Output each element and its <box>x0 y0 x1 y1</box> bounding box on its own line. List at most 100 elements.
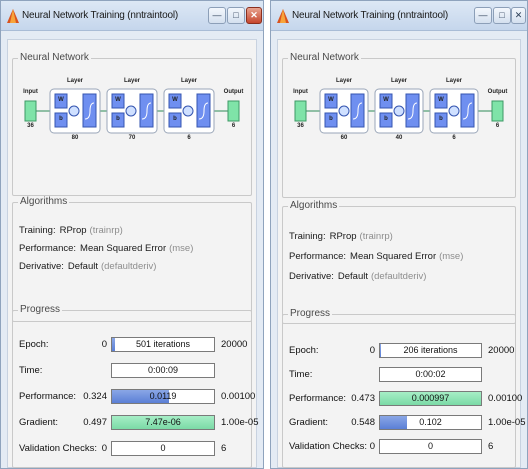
training-value: RProp <box>59 225 87 236</box>
layer-size: 60 <box>340 135 348 141</box>
progress-current-value: 7.47e-06 <box>145 417 181 427</box>
close-icon: ✕ <box>514 10 523 20</box>
network-diagram: Input 36 Output 6 Layer Wb 60 Layer Wb 40 Layer Wb 6 <box>293 75 508 143</box>
progress-label: Time: <box>289 369 313 380</box>
weight-label: W <box>115 97 121 103</box>
maximize-button[interactable]: □ <box>493 7 511 24</box>
derivative-value: Default <box>337 271 368 282</box>
bias-label: b <box>439 116 443 122</box>
neural-network-group: Neural Network Input 36 Output 6 Layer Wb 60 La… <box>282 52 516 198</box>
section-title-neural-network: Neural Network <box>18 52 91 63</box>
title-bar[interactable]: Neural Network Training (nntraintool) — … <box>1 1 263 31</box>
progress-label: Gradient: <box>289 417 329 428</box>
progress-label: Validation Checks: <box>19 443 97 454</box>
matlab-logo-icon <box>7 9 19 23</box>
progress-start-value: 0.548 <box>351 417 375 428</box>
input-label: Input <box>23 89 38 95</box>
neural-network-group: Neural Network Input 36 Output 6 Layer Wb 80 La… <box>12 52 252 196</box>
weight-label: W <box>383 97 389 103</box>
training-value: RProp <box>329 231 357 242</box>
progress-label: Epoch: <box>19 339 49 350</box>
progress-bar: 0.102 <box>379 415 482 430</box>
transfer-function-box <box>196 93 211 128</box>
weight-label: W <box>172 97 178 103</box>
training-row: Training: RProp (trainrp) <box>19 225 123 236</box>
progress-end-value: 0.00100 <box>488 393 523 404</box>
output-size: 6 <box>495 123 500 129</box>
progress-bar: 206 iterations <box>379 343 482 358</box>
progress-current-value: 0 <box>160 443 166 453</box>
training-row: Training: RProp (trainrp) <box>289 231 393 242</box>
progress-end-value: 1.00e-05 <box>488 417 526 428</box>
performance-value: Mean Squared Error <box>350 251 437 262</box>
progress-end-value: 20000 <box>488 345 515 356</box>
sum-node <box>338 105 350 117</box>
derivative-row: Derivative: Default (defaultderiv) <box>289 271 426 282</box>
matlab-logo-icon <box>277 9 289 23</box>
layer-size: 70 <box>128 135 136 141</box>
maximize-button[interactable]: □ <box>227 7 245 24</box>
section-title-algorithms: Algorithms <box>18 196 70 207</box>
input-size: 36 <box>297 123 304 129</box>
progress-start-value: 0.497 <box>83 417 107 428</box>
input-size: 36 <box>27 123 34 129</box>
transfer-function-box <box>350 93 365 128</box>
transfer-function-box <box>460 93 475 128</box>
minimize-button[interactable]: — <box>474 7 492 24</box>
section-title-progress: Progress <box>18 304 63 315</box>
network-diagram: Input 36 Output 6 Layer Wb 80 Layer Wb 70 Layer Wb 6 <box>23 75 243 143</box>
performance-hint: (mse) <box>169 243 194 254</box>
training-label: Training: <box>19 225 56 236</box>
output-label: Output <box>487 89 508 95</box>
performance-hint: (mse) <box>439 251 464 262</box>
progress-label: Time: <box>19 365 43 376</box>
transfer-function-box <box>405 93 420 128</box>
title-bar[interactable]: Neural Network Training (nntraintool) — … <box>271 1 527 31</box>
progress-end-value: 0.00100 <box>221 391 256 402</box>
transfer-function-box <box>139 93 154 128</box>
layer-label: Layer <box>445 78 463 84</box>
bias-label: b <box>384 116 388 122</box>
weight-label: W <box>58 97 64 103</box>
weight-label: W <box>328 97 334 103</box>
derivative-value: Default <box>67 261 98 272</box>
progress-current-value: 0:00:09 <box>147 365 179 375</box>
progress-bar: 501 iterations <box>111 337 215 352</box>
section-title-neural-network: Neural Network <box>288 52 361 63</box>
progress-bar: 0.000997 <box>379 391 482 406</box>
nntraintool-window-1: Neural Network Training (nntraintool) — … <box>0 0 264 469</box>
layer-label: Layer <box>66 78 84 84</box>
derivative-row: Derivative: Default (defaultderiv) <box>19 261 156 272</box>
progress-start-value: 0 <box>369 345 375 356</box>
progress-end-value: 20000 <box>221 339 248 350</box>
progress-current-value: 0.102 <box>419 417 442 427</box>
performance-row: Performance: Mean Squared Error (mse) <box>289 251 463 262</box>
performance-row: Performance: Mean Squared Error (mse) <box>19 243 193 254</box>
progress-start-value: 0.473 <box>351 393 375 404</box>
window-title: Neural Network Training (nntraintool) <box>292 10 449 21</box>
derivative-hint: (defaultderiv) <box>370 271 427 282</box>
section-title-progress: Progress <box>288 308 333 319</box>
minimize-button[interactable]: — <box>208 7 226 24</box>
progress-label: Validation Checks: <box>289 441 367 452</box>
layer-size: 6 <box>187 135 191 141</box>
transfer-function-box <box>82 93 97 128</box>
progress-current-value: 501 iterations <box>135 339 191 349</box>
progress-bar: 0.0119 <box>111 389 215 404</box>
output-node <box>491 100 504 122</box>
progress-label: Gradient: <box>19 417 59 428</box>
output-node <box>227 100 240 122</box>
progress-bar: 7.47e-06 <box>111 415 215 430</box>
layer-size: 80 <box>71 135 79 141</box>
progress-label: Epoch: <box>289 345 319 356</box>
layer-label: Layer <box>180 78 198 84</box>
close-button[interactable]: ✕ <box>246 7 262 24</box>
layer-size: 40 <box>395 135 403 141</box>
progress-bar: 0 <box>379 439 482 454</box>
close-icon: ✕ <box>250 10 258 20</box>
minimize-icon: — <box>478 10 488 20</box>
weight-label: W <box>438 97 444 103</box>
derivative-hint: (defaultderiv) <box>100 261 157 272</box>
sum-node <box>448 105 460 117</box>
close-button[interactable]: ✕ <box>511 7 526 24</box>
